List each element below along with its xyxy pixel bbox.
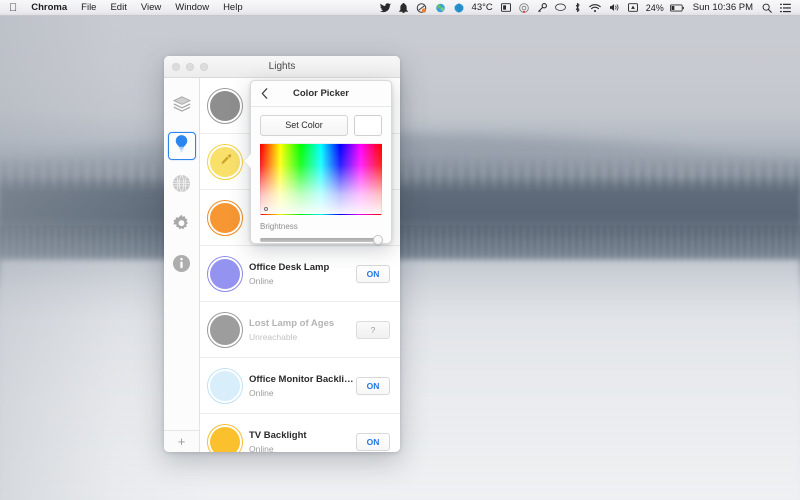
- layers-icon: [172, 95, 192, 118]
- brightness-knob[interactable]: [373, 235, 383, 245]
- airplay-icon[interactable]: [624, 3, 642, 12]
- notification-center-icon[interactable]: [776, 3, 795, 13]
- light-power-toggle[interactable]: ON: [356, 376, 390, 395]
- hue-saturation-gradient[interactable]: [260, 143, 382, 215]
- gear-icon: [172, 214, 191, 238]
- chevron-left-icon[interactable]: [251, 88, 277, 99]
- volume-icon[interactable]: [605, 3, 624, 12]
- info-icon: [172, 254, 191, 278]
- light-power-toggle[interactable]: ON: [356, 264, 390, 283]
- row-text: Lost Lamp of Ages Unreachable: [249, 317, 356, 343]
- menu-bar-status-area: 43°C 24% Sun 10:36 PM: [376, 0, 800, 16]
- light-status: Unreachable: [249, 331, 298, 342]
- traffic-light-buttons: [164, 62, 208, 71]
- temperature-label[interactable]: 43°C: [468, 0, 497, 16]
- globe-icon: [172, 174, 191, 198]
- brightness-slider[interactable]: [260, 235, 383, 245]
- bulb-color-swatch[interactable]: [207, 311, 243, 348]
- menu-bar-left:  Chroma File Edit View Window Help: [0, 0, 250, 16]
- light-name: Lost Lamp of Ages: [249, 317, 335, 329]
- bulb-color-swatch[interactable]: [207, 367, 243, 404]
- table-row[interactable]: Lost Lamp of Ages Unreachable ?: [200, 302, 400, 358]
- menu-item-file[interactable]: File: [74, 0, 103, 16]
- bulb-color-swatch[interactable]: [207, 87, 243, 124]
- brightness-label: Brightness: [260, 222, 298, 231]
- row-text: Office Monitor Backlight Online: [249, 373, 356, 399]
- add-light-button[interactable]: +: [164, 430, 199, 452]
- bulb-color-swatch[interactable]: [207, 423, 243, 452]
- sidebar-item-info[interactable]: [168, 252, 196, 280]
- sidebar-item-settings[interactable]: [168, 212, 196, 240]
- gradient-cursor[interactable]: [264, 207, 268, 211]
- menu-item-chroma[interactable]: Chroma: [24, 0, 74, 16]
- set-color-button[interactable]: Set Color: [260, 115, 348, 136]
- light-name: Office Desk Lamp: [249, 261, 330, 273]
- bell-icon[interactable]: [395, 2, 412, 13]
- battery-percent-label[interactable]: 24%: [642, 0, 666, 16]
- window-titlebar[interactable]: Lights: [164, 56, 400, 78]
- table-row[interactable]: Office Monitor Backlight Online ON: [200, 358, 400, 414]
- light-status: Online: [249, 443, 274, 453]
- light-name: Office Monitor Backlight: [249, 373, 356, 385]
- sidebar: +: [164, 78, 200, 452]
- current-color-swatch[interactable]: [354, 115, 382, 136]
- row-text: Office Desk Lamp Online: [249, 261, 356, 287]
- light-name: TV Backlight: [249, 429, 307, 441]
- set-color-row: Set Color: [260, 115, 382, 136]
- table-row[interactable]: TV Backlight Online ON: [200, 414, 400, 452]
- menu-bar:  Chroma File Edit View Window Help 43°C: [0, 0, 800, 16]
- menu-item-help[interactable]: Help: [216, 0, 250, 16]
- light-power-toggle[interactable]: ON: [356, 432, 390, 451]
- twitter-bird-icon[interactable]: [376, 2, 395, 13]
- sidebar-item-scenes[interactable]: [168, 92, 196, 120]
- lightbulb-icon: [173, 134, 190, 159]
- light-power-toggle[interactable]: ?: [356, 320, 390, 339]
- record-icon[interactable]: [515, 2, 533, 13]
- menu-item-view[interactable]: View: [134, 0, 168, 16]
- minimize-button[interactable]: [186, 62, 194, 71]
- menu-item-window[interactable]: Window: [168, 0, 216, 16]
- key-icon[interactable]: [533, 2, 551, 13]
- display-icon[interactable]: [497, 3, 515, 12]
- color-gradient-wrap: [260, 143, 382, 215]
- bluetooth-icon[interactable]: [570, 2, 585, 13]
- menu-item-edit[interactable]: Edit: [103, 0, 133, 16]
- desktop-wallpaper: [0, 0, 800, 500]
- zoom-button[interactable]: [200, 62, 208, 71]
- bulb-color-swatch[interactable]: [207, 199, 243, 236]
- popover-arrow: [244, 154, 251, 168]
- popover-body: Set Color Brightness: [251, 107, 391, 254]
- sidebar-item-lights[interactable]: [167, 132, 196, 160]
- bulb-color-swatch[interactable]: [207, 255, 243, 292]
- brightness-track[interactable]: [260, 238, 382, 242]
- eyedropper-icon: [219, 153, 232, 171]
- menu-bar-clock[interactable]: Sun 10:36 PM: [688, 0, 758, 16]
- color-picker-popover: Color Picker Set Color Brightness: [244, 80, 392, 245]
- table-row[interactable]: Office Desk Lamp Online ON: [200, 246, 400, 302]
- search-icon[interactable]: [758, 3, 776, 13]
- sync-icon[interactable]: [431, 3, 450, 13]
- sidebar-item-network[interactable]: [168, 172, 196, 200]
- apple-logo-icon[interactable]: : [6, 0, 24, 16]
- light-status: Online: [249, 387, 274, 398]
- chat-bubble-icon[interactable]: [551, 3, 570, 12]
- wifi-icon[interactable]: [585, 3, 605, 13]
- cloud-sync-icon[interactable]: [412, 2, 431, 13]
- bulb-color-swatch[interactable]: [207, 143, 243, 180]
- globe-icon[interactable]: [450, 2, 468, 13]
- close-button[interactable]: [172, 62, 180, 71]
- row-text: TV Backlight Online: [249, 429, 356, 453]
- battery-icon[interactable]: [666, 4, 688, 12]
- light-status: Online: [249, 275, 274, 286]
- popover-header: Color Picker: [251, 81, 391, 107]
